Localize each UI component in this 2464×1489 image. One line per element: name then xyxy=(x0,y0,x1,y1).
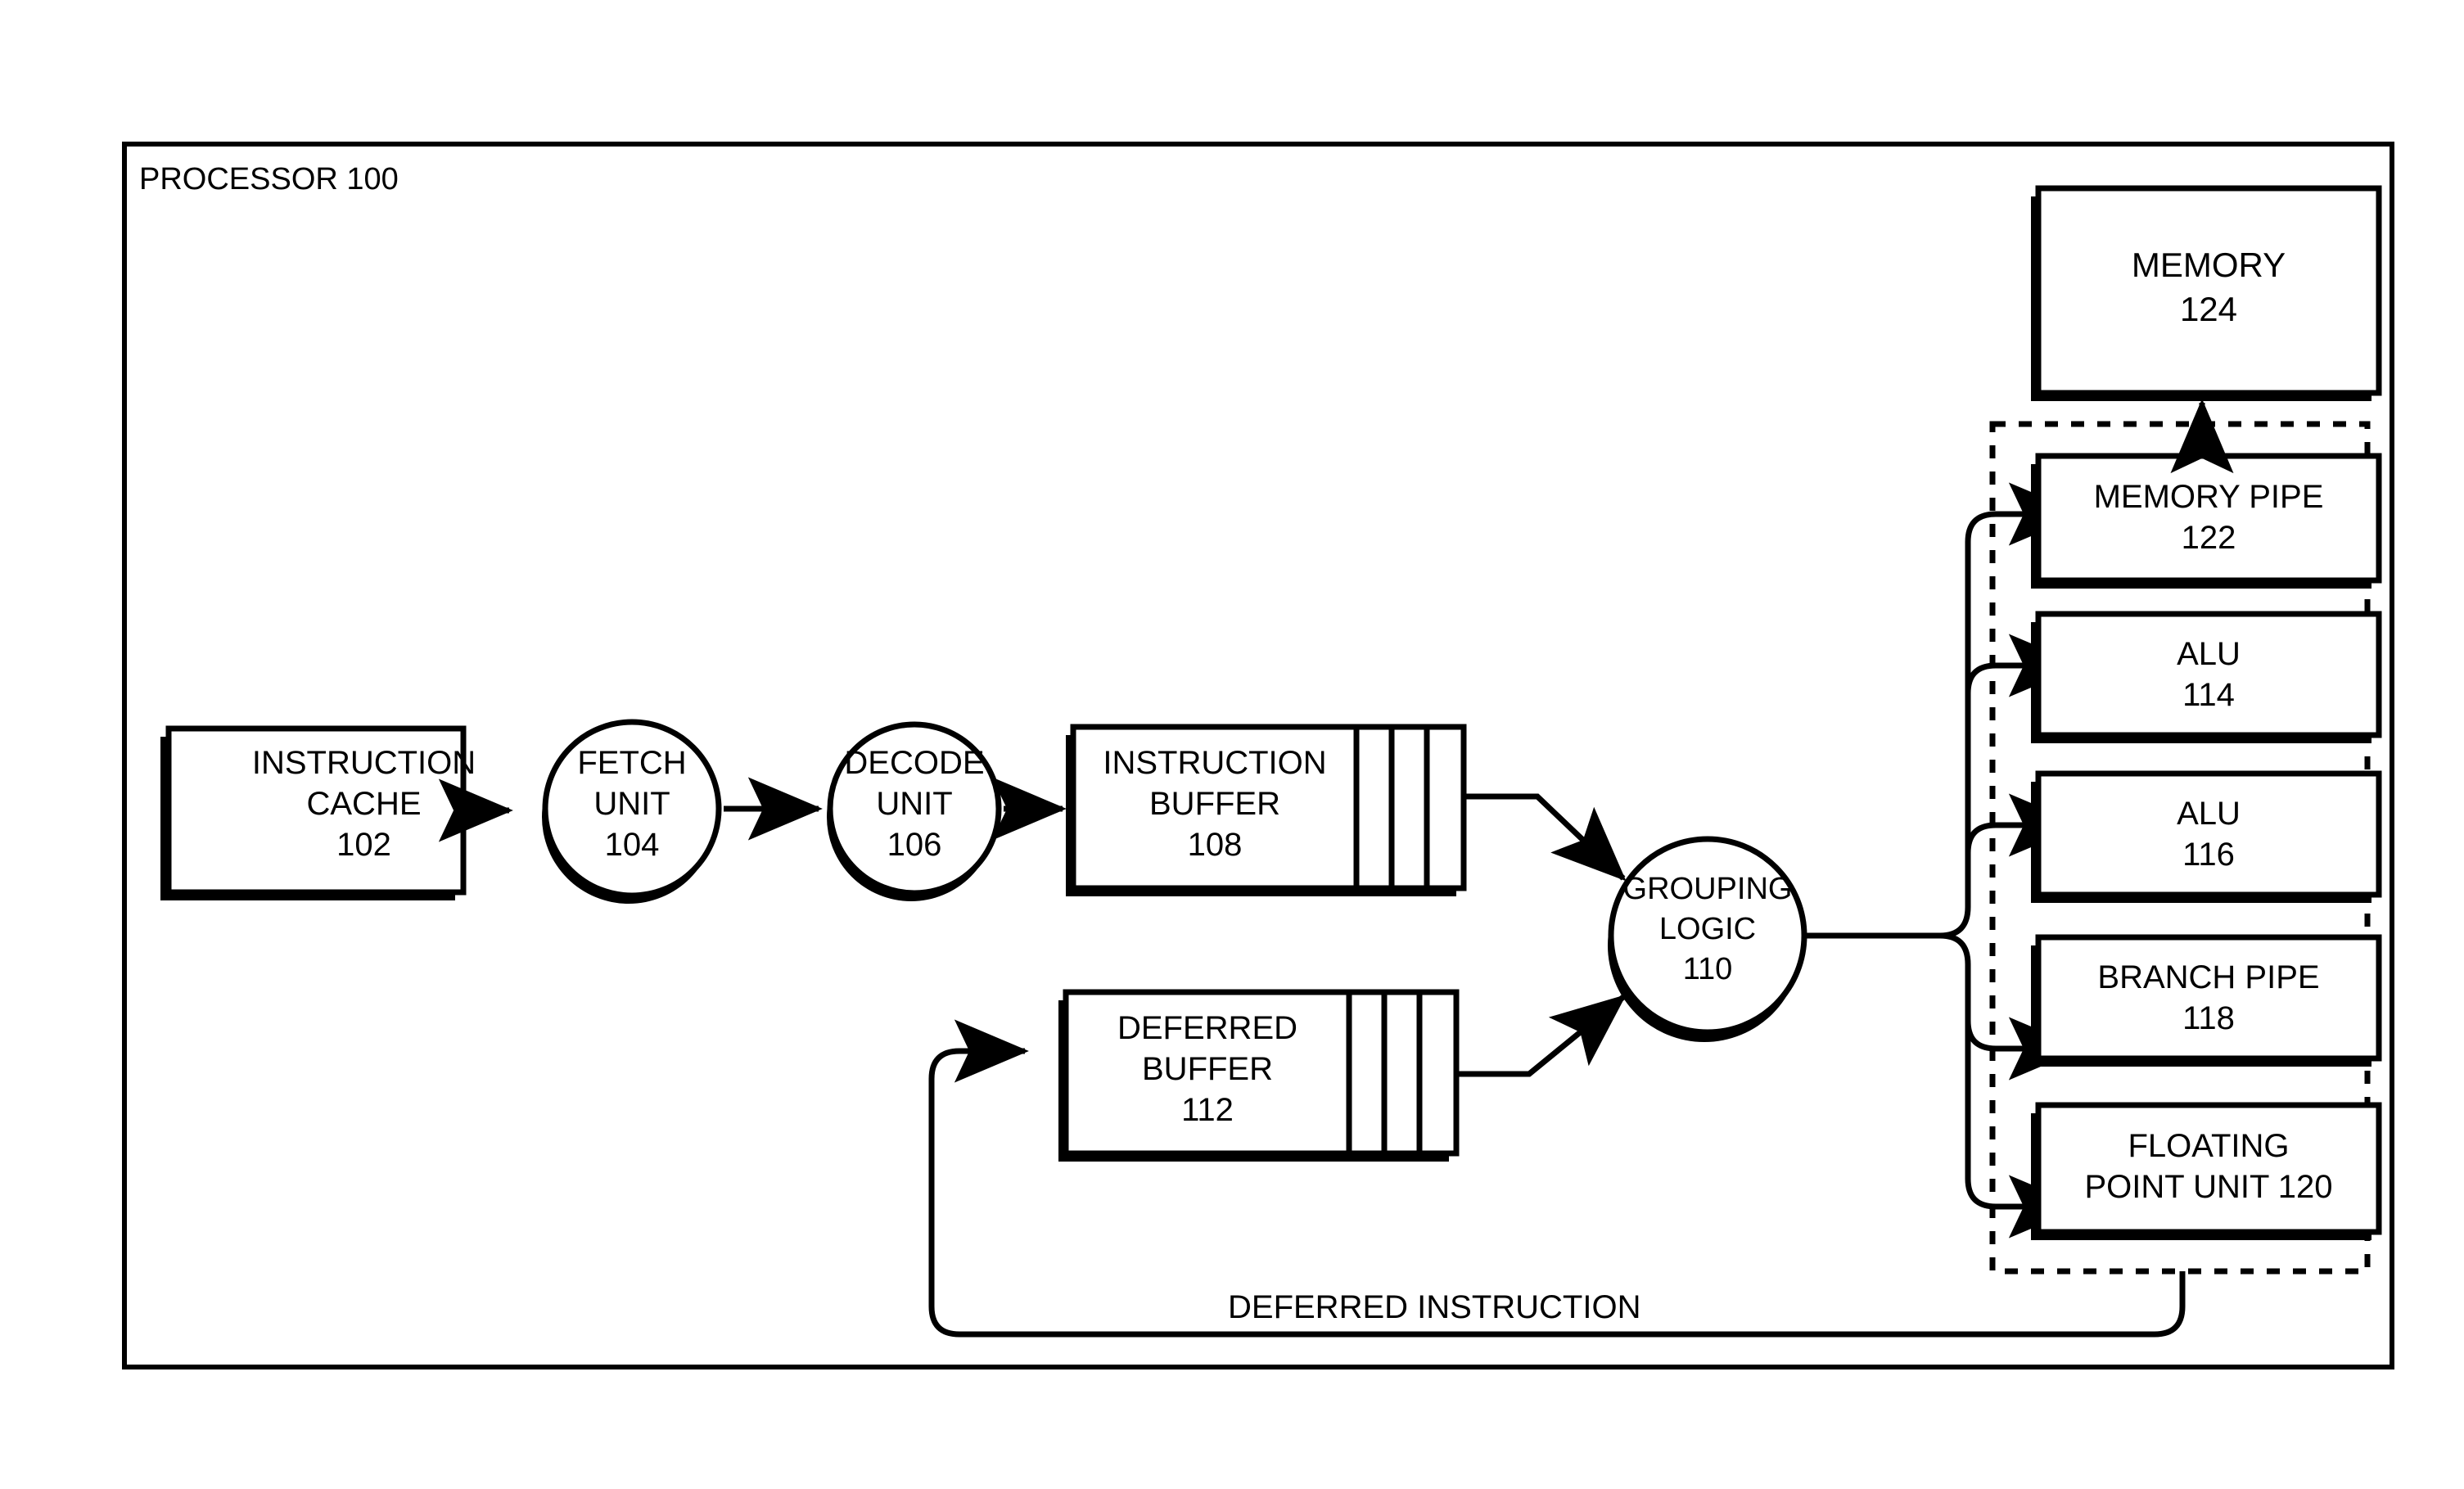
decode-unit-ref: 106 xyxy=(887,827,942,863)
grouping-logic-ref: 110 xyxy=(1682,952,1733,986)
branch-pipe-ref: 118 xyxy=(2182,1000,2235,1036)
memory-ref: 124 xyxy=(2179,290,2238,328)
fetch-unit-ref: 104 xyxy=(604,827,660,863)
edge-instruction-buffer-to-grouping xyxy=(1464,793,1627,882)
memory-pipe-ref: 122 xyxy=(2181,520,2236,556)
instruction-cache-label-line1: INSTRUCTION xyxy=(251,745,476,781)
instruction-buffer-label-line2: BUFFER xyxy=(1149,786,1280,822)
grouping-logic-label-line2: LOGIC xyxy=(1658,912,1757,946)
processor-title: PROCESSOR 100 xyxy=(139,162,399,196)
memory-label-line1: MEMORY xyxy=(2131,246,2286,284)
floating-point-unit-label-line1: FLOATING xyxy=(2128,1128,2290,1164)
diagram-canvas: PROCESSOR 100 INSTRUCTION CACHE 102 FETC… xyxy=(0,0,2464,1489)
deferred-instruction-label: DEFERRED INSTRUCTION xyxy=(1228,1289,1641,1325)
grouping-logic-label-line1: GROUPING xyxy=(1622,872,1793,906)
deferred-buffer-label-line1: DEFERRED xyxy=(1117,1010,1298,1046)
alu-116-label-line1: ALU xyxy=(2177,796,2241,832)
decode-unit-label-line1: DECODE xyxy=(844,745,985,781)
edge-deferred-buffer-to-grouping xyxy=(1456,994,1627,1077)
alu-114-ref: 114 xyxy=(2182,677,2235,713)
branch-pipe-label-line1: BRANCH PIPE xyxy=(2097,959,2320,995)
memory-pipe-label-line1: MEMORY PIPE xyxy=(2093,479,2324,515)
fetch-unit-label-line2: UNIT xyxy=(593,786,670,822)
deferred-buffer-ref: 112 xyxy=(1181,1092,1234,1128)
instruction-buffer-label-line1: INSTRUCTION xyxy=(1103,745,1327,781)
floating-point-unit-label-line2: POINT UNIT 120 xyxy=(2084,1169,2333,1205)
instruction-buffer-ref: 108 xyxy=(1187,827,1243,863)
decode-unit-label-line2: UNIT xyxy=(876,786,953,822)
fetch-unit-label-line1: FETCH xyxy=(577,745,687,781)
alu-116-ref: 116 xyxy=(2182,837,2235,873)
instruction-cache-label-line2: CACHE xyxy=(306,786,422,822)
instruction-cache-ref: 102 xyxy=(336,827,391,863)
alu-114-label-line1: ALU xyxy=(2177,636,2241,672)
deferred-buffer-label-line2: BUFFER xyxy=(1142,1051,1273,1087)
